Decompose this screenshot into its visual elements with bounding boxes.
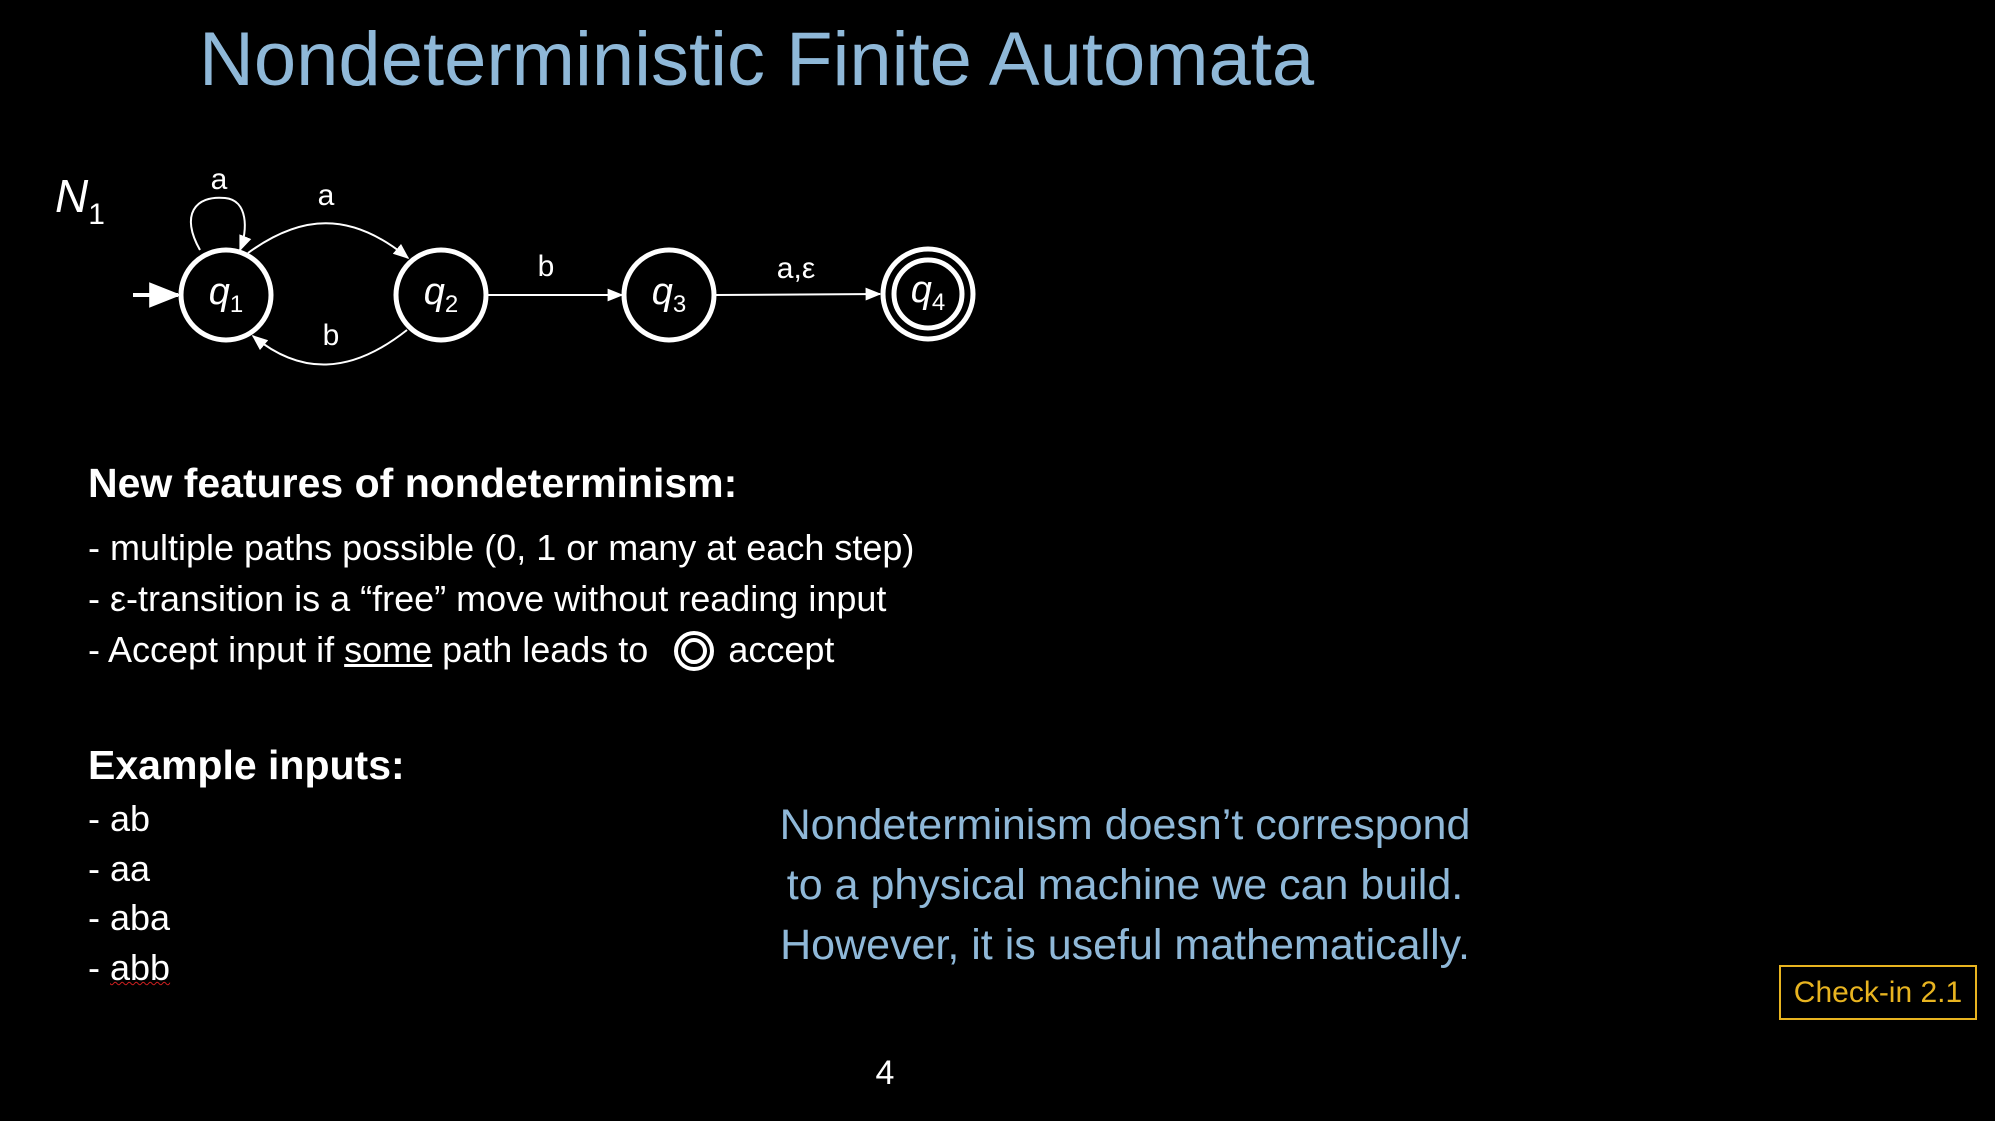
automaton-name: N1 <box>55 170 105 231</box>
remark-line-2: to a physical machine we can build. <box>786 861 1464 909</box>
transition-q1-q1 <box>189 196 252 252</box>
remark-text: Nondeterminism doesn’t correspond to a p… <box>700 795 1550 975</box>
checkin-button[interactable]: Check-in 2.1 <box>1779 965 1977 1020</box>
transition-q3-q4 <box>714 287 882 301</box>
remark-line-3: However, it is useful mathematically. <box>780 921 1470 969</box>
example-item-4-prefix: - <box>88 947 110 988</box>
remark-line-1: Nondeterminism doesn’t correspond <box>779 801 1471 849</box>
example-item-1: - ab <box>88 798 151 839</box>
accept-line-underlined: some <box>344 629 433 670</box>
state-q3: q3 <box>621 247 717 343</box>
transition-label-q3-q4: a,ε <box>777 252 815 285</box>
page-number: 4 <box>875 1054 895 1092</box>
transition-label-q2-q1: b <box>323 319 340 352</box>
transition-label-q1-q2: a <box>318 179 335 212</box>
features-heading: New features of nondeterminism: <box>88 460 738 506</box>
svg-text:q3: q3 <box>652 271 687 318</box>
slide-title: Nondeterministic Finite Automata <box>199 17 1315 102</box>
accept-line-suffix: accept <box>728 629 835 670</box>
state-q4-accept: q4 <box>880 246 976 342</box>
svg-text:q2: q2 <box>424 271 459 318</box>
nfa-diagram: N1 a a b b a,ε q1 q2 q3 q4 <box>55 163 976 366</box>
transition-q1-q2 <box>247 222 410 260</box>
feature-item-2: - ε-transition is a “free” move without … <box>88 578 887 619</box>
state-q1: q1 <box>178 247 274 343</box>
state-q2: q2 <box>393 247 489 343</box>
accept-line-middle: path leads to <box>432 629 649 670</box>
accept-state-icon <box>674 631 715 671</box>
transition-label-q2-q3: b <box>538 250 555 283</box>
transition-label-q1-q1: a <box>211 163 228 196</box>
feature-item-1: - multiple paths possible (0, 1 or many … <box>88 527 915 568</box>
feature-item-3: - Accept input if some path leads to acce… <box>88 628 834 671</box>
example-item-3: - aba <box>88 897 171 938</box>
accept-line-prefix: - Accept input if <box>88 629 345 670</box>
example-item-4-word: abb <box>110 947 171 988</box>
examples-heading: Example inputs: <box>88 742 405 788</box>
svg-text:q4: q4 <box>911 269 946 316</box>
example-item-4: - abb <box>88 946 170 989</box>
svg-text:q1: q1 <box>209 271 244 318</box>
example-item-2: - aa <box>88 848 151 889</box>
